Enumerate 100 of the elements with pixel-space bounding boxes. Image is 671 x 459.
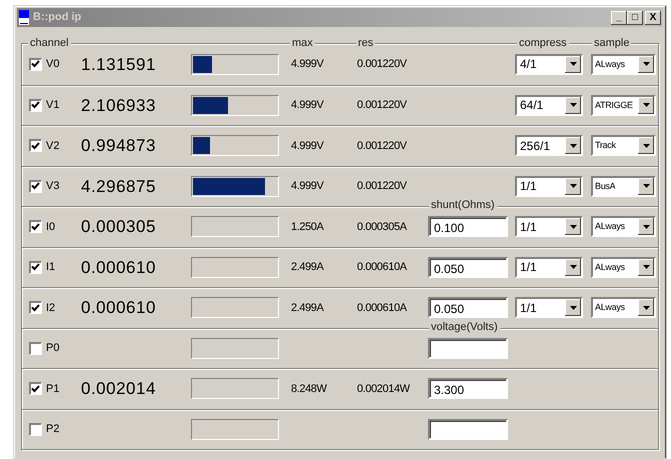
caret-icon xyxy=(642,103,650,108)
channel-reading: 0.000305 xyxy=(81,216,157,238)
res-value: 0.000305A xyxy=(357,220,408,234)
shunt-field[interactable]: 0.050 xyxy=(428,256,508,278)
dropdown-button[interactable] xyxy=(638,96,654,114)
dropdown-button[interactable] xyxy=(565,96,581,114)
shunt-field[interactable]: 0.050 xyxy=(428,297,508,318)
channel-header: channel xyxy=(28,37,71,49)
max-value: 4.999V xyxy=(291,57,325,72)
dropdown-button[interactable] xyxy=(638,258,654,276)
column-header: shunt(Ohms) xyxy=(429,199,497,211)
dropdown-button[interactable] xyxy=(638,218,654,236)
dropdown-button[interactable] xyxy=(565,258,581,276)
channel-reading: 0.994873 xyxy=(81,135,157,157)
res-value: 0.000610A xyxy=(357,260,408,275)
channel-name: I2 xyxy=(46,300,56,316)
dropdown-button[interactable] xyxy=(638,178,654,195)
compress-dropdown[interactable]: 1/1 xyxy=(515,297,583,318)
caret-icon xyxy=(642,224,650,229)
caret-icon xyxy=(642,144,650,148)
caret-icon xyxy=(570,62,576,66)
caret-icon xyxy=(570,224,576,229)
dropdown-button[interactable] xyxy=(565,178,581,195)
dropdown-button[interactable] xyxy=(638,137,654,154)
sample-dropdown[interactable]: ALways xyxy=(591,54,656,75)
caret-icon xyxy=(570,103,576,108)
checkbox[interactable] xyxy=(29,98,42,112)
channel-reading: 1.131591 xyxy=(81,54,157,76)
column-header: voltage(Volts) xyxy=(429,320,500,332)
caret-icon xyxy=(570,306,576,310)
max-value: 1.250A xyxy=(291,220,325,234)
maximize-button[interactable]: □ xyxy=(627,10,643,24)
res-value: 0.001220V xyxy=(357,179,408,194)
checkbox[interactable] xyxy=(29,139,42,152)
sample-dropdown[interactable]: ATRIGGE xyxy=(591,94,656,116)
channel-name: I0 xyxy=(46,220,56,234)
checkbox[interactable] xyxy=(29,220,42,234)
sample-dropdown[interactable]: ALways xyxy=(591,216,656,238)
window-title: B::pod ip xyxy=(33,10,82,26)
voltage-field[interactable]: 3.300 xyxy=(428,378,508,400)
channel-reading: 0.000610 xyxy=(81,256,157,278)
res-value: 0.002014W xyxy=(357,382,411,396)
compress-header: compress xyxy=(517,37,569,49)
res-value: 0.000610A xyxy=(357,300,408,316)
max-value: 2.499A xyxy=(291,300,325,316)
res-value: 0.001220V xyxy=(357,138,408,154)
max-value: 4.999V xyxy=(291,138,325,154)
res-value: 0.001220V xyxy=(357,98,408,113)
channel-name: P0 xyxy=(46,341,60,356)
max-value: 4.999V xyxy=(291,98,325,113)
channel-reading: 0.000610 xyxy=(81,297,157,319)
dropdown-button[interactable] xyxy=(565,299,581,316)
dropdown-button[interactable] xyxy=(565,218,581,236)
channel-name: V0 xyxy=(46,57,60,72)
sample-dropdown[interactable]: ALways xyxy=(591,256,656,278)
sample-header: sample xyxy=(592,37,632,49)
caret-icon xyxy=(642,306,650,310)
res-value: 0.001220V xyxy=(357,57,408,72)
channel-reading: 0.002014 xyxy=(81,378,157,400)
channel-reading: 2.106933 xyxy=(81,94,157,116)
caret-icon xyxy=(570,184,576,188)
compress-dropdown[interactable]: 1/1 xyxy=(515,216,583,238)
sample-dropdown[interactable]: ALways xyxy=(591,297,656,318)
shunt-field[interactable]: 0.100 xyxy=(428,216,508,238)
checkbox[interactable] xyxy=(29,342,42,355)
voltage-field[interactable] xyxy=(428,418,508,440)
close-button[interactable]: X xyxy=(645,10,661,24)
minimize-button[interactable]: _ xyxy=(611,10,627,24)
channel-name: P2 xyxy=(46,422,60,437)
voltage-field[interactable] xyxy=(428,338,508,359)
compress-dropdown[interactable]: 256/1 xyxy=(515,135,583,156)
dropdown-button[interactable] xyxy=(565,137,581,154)
compress-dropdown[interactable]: 1/1 xyxy=(515,256,583,278)
caret-icon xyxy=(642,184,650,188)
dropdown-button[interactable] xyxy=(638,299,654,316)
checkbox[interactable] xyxy=(29,260,42,274)
compress-dropdown[interactable]: 64/1 xyxy=(515,94,583,116)
caret-icon xyxy=(570,144,576,148)
caret-icon xyxy=(570,265,576,270)
res-header: res xyxy=(356,37,376,49)
app-icon xyxy=(19,10,29,25)
checkbox[interactable] xyxy=(29,180,42,193)
sample-dropdown[interactable]: BusA xyxy=(591,176,656,197)
checkbox[interactable] xyxy=(29,301,42,314)
sample-dropdown[interactable]: Track xyxy=(591,135,656,156)
max-value: 2.499A xyxy=(291,260,325,275)
caret-icon xyxy=(642,62,650,66)
dropdown-button[interactable] xyxy=(565,56,581,73)
caret-icon xyxy=(642,265,650,270)
checkbox[interactable] xyxy=(29,382,42,396)
compress-dropdown[interactable]: 1/1 xyxy=(515,176,583,197)
max-header: max xyxy=(290,37,315,49)
channel-name: P1 xyxy=(46,382,60,396)
channel-reading: 4.296875 xyxy=(81,176,157,198)
channel-name: V1 xyxy=(46,98,60,113)
channel-name: I1 xyxy=(46,260,56,275)
checkbox[interactable] xyxy=(29,422,42,436)
compress-dropdown[interactable]: 4/1 xyxy=(515,54,583,75)
dropdown-button[interactable] xyxy=(638,56,654,73)
checkbox[interactable] xyxy=(29,58,42,71)
